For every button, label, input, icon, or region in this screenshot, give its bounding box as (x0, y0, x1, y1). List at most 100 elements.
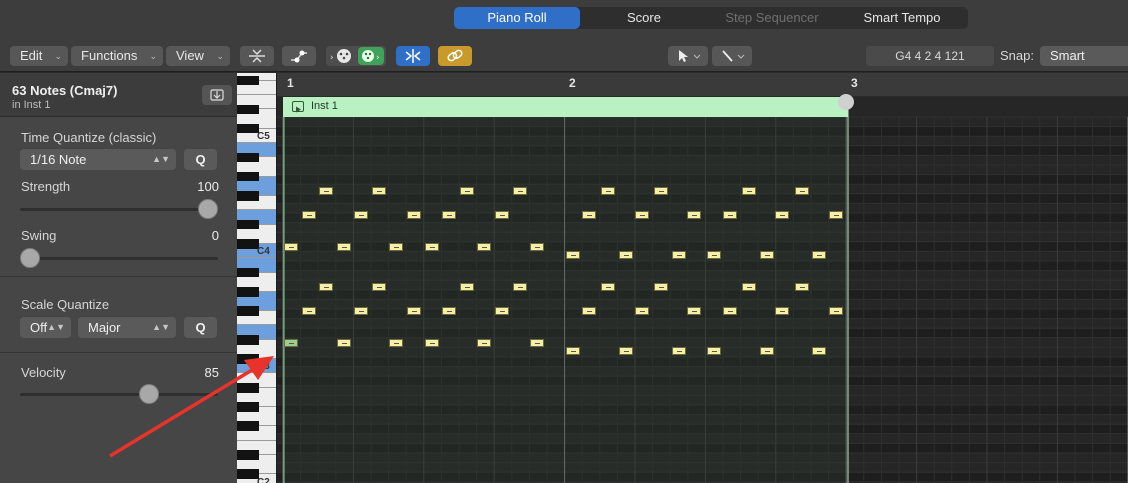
midi-note[interactable] (460, 283, 474, 291)
midi-note[interactable] (566, 347, 580, 355)
catch-button[interactable] (396, 46, 430, 66)
export-button[interactable] (202, 85, 232, 105)
midi-note[interactable] (389, 339, 403, 347)
midi-note[interactable] (407, 307, 421, 315)
snap-select[interactable]: Smart (1040, 46, 1128, 66)
midi-note[interactable] (760, 347, 774, 355)
midi-note[interactable] (425, 339, 439, 347)
midi-note[interactable] (337, 339, 351, 347)
swing-slider-track[interactable] (20, 257, 218, 260)
midi-note[interactable] (530, 243, 544, 251)
midi-note[interactable] (829, 307, 843, 315)
midi-note[interactable] (601, 187, 615, 195)
black-key[interactable] (237, 152, 259, 163)
automation-button[interactable] (282, 46, 316, 66)
midi-note[interactable] (477, 243, 491, 251)
midi-note[interactable] (795, 283, 809, 291)
tab-score[interactable]: Score (580, 7, 708, 29)
midi-note[interactable] (354, 211, 368, 219)
black-key[interactable] (237, 450, 259, 460)
midi-note[interactable] (302, 307, 316, 315)
midi-note[interactable] (513, 283, 527, 291)
midi-note[interactable] (530, 339, 544, 347)
midi-note[interactable] (760, 251, 774, 259)
black-key[interactable] (237, 171, 259, 182)
midi-note[interactable] (477, 339, 491, 347)
midi-note[interactable] (389, 243, 403, 251)
midi-note[interactable] (723, 307, 737, 315)
tab-smart-tempo[interactable]: Smart Tempo (836, 7, 968, 29)
midi-note[interactable] (775, 211, 789, 219)
black-key[interactable] (237, 191, 259, 201)
midi-note[interactable] (687, 211, 701, 219)
midi-note[interactable] (372, 187, 386, 195)
midi-note[interactable] (795, 187, 809, 195)
time-quantize-q-button[interactable]: Q (184, 149, 217, 170)
scale-quantize-q-button[interactable]: Q (184, 317, 217, 338)
midi-note[interactable] (654, 283, 668, 291)
functions-menu-button[interactable]: Functions ⌄ (71, 46, 163, 66)
black-key[interactable] (237, 219, 259, 230)
strength-slider-track[interactable] (20, 208, 218, 211)
midi-note[interactable] (582, 211, 596, 219)
edit-menu-button[interactable]: Edit ⌄ (10, 46, 68, 66)
midi-note[interactable] (284, 243, 298, 251)
midi-note[interactable] (460, 187, 474, 195)
midi-note[interactable] (302, 211, 316, 219)
black-key[interactable] (237, 469, 259, 479)
midi-note[interactable] (337, 243, 351, 251)
black-key[interactable] (237, 123, 259, 134)
strength-slider-knob[interactable] (198, 199, 218, 219)
midi-note[interactable] (442, 211, 456, 219)
midi-note[interactable] (812, 251, 826, 259)
pointer-tool-menu[interactable] (668, 46, 708, 66)
midi-note[interactable] (672, 251, 686, 259)
link-button[interactable] (438, 46, 472, 66)
black-key[interactable] (237, 402, 259, 412)
midi-note[interactable] (601, 283, 615, 291)
midi-note[interactable] (812, 347, 826, 355)
scale-quantize-scale-select[interactable]: Major ▲▼ (78, 317, 176, 338)
midi-note[interactable] (829, 211, 843, 219)
midi-note[interactable] (619, 251, 633, 259)
midi-note[interactable] (635, 211, 649, 219)
midi-note[interactable] (284, 339, 298, 347)
midi-note[interactable] (425, 243, 439, 251)
midi-note[interactable] (407, 211, 421, 219)
black-key[interactable] (237, 335, 259, 345)
black-key[interactable] (237, 267, 259, 278)
midi-note[interactable] (513, 187, 527, 195)
velocity-slider-knob[interactable] (139, 384, 160, 404)
time-quantize-select[interactable]: 1/16 Note ▲▼ (20, 149, 176, 170)
black-key[interactable] (237, 306, 259, 316)
collapse-button[interactable] (240, 46, 274, 66)
midi-note[interactable] (723, 211, 737, 219)
midi-note[interactable] (582, 307, 596, 315)
midi-note[interactable] (687, 307, 701, 315)
midi-note[interactable] (619, 347, 633, 355)
swing-slider-knob[interactable] (20, 248, 40, 268)
midi-note[interactable] (775, 307, 789, 315)
bar-ruler[interactable]: 1 2 3 (277, 73, 1128, 97)
midi-note[interactable] (319, 187, 333, 195)
pencil-tool-menu[interactable] (712, 46, 752, 66)
black-key[interactable] (237, 75, 259, 86)
midi-note[interactable] (566, 251, 580, 259)
black-key[interactable] (237, 421, 259, 431)
midi-note[interactable] (742, 283, 756, 291)
black-key[interactable] (237, 239, 259, 249)
midi-note[interactable] (319, 283, 333, 291)
black-key[interactable] (237, 287, 259, 297)
piano-keyboard[interactable]: C5 C4 C3 C2 (237, 73, 277, 483)
midi-note[interactable] (654, 187, 668, 195)
midi-note[interactable] (742, 187, 756, 195)
midi-note[interactable] (707, 251, 721, 259)
midi-note[interactable] (442, 307, 456, 315)
midi-note[interactable] (354, 307, 368, 315)
tab-step-sequencer[interactable]: Step Sequencer (708, 7, 836, 29)
velocity-slider-track[interactable] (20, 393, 218, 396)
tab-piano-roll[interactable]: Piano Roll (454, 7, 580, 29)
scale-quantize-mode-select[interactable]: Off ▲▼ (20, 317, 71, 338)
midi-note[interactable] (495, 307, 509, 315)
midi-note[interactable] (495, 211, 509, 219)
